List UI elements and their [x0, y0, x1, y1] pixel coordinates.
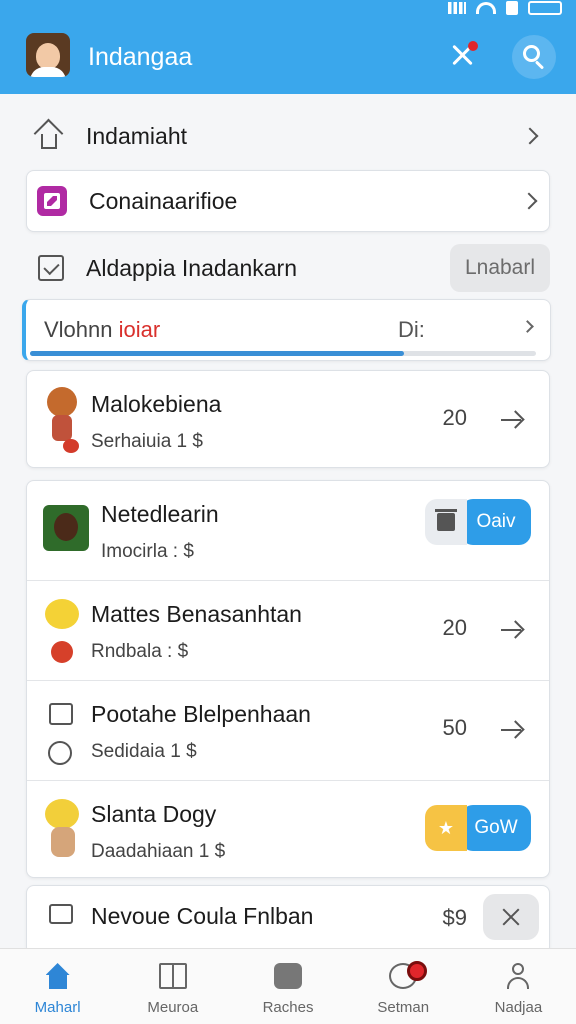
battery-icon: [528, 1, 562, 15]
nav-label: Meuroa: [147, 999, 199, 1016]
dog-avatar: [43, 799, 81, 865]
tools-icon[interactable]: [448, 40, 478, 70]
nav-item-profile[interactable]: Nadjaa: [461, 949, 576, 1024]
chat-icon: [274, 963, 302, 989]
clock-icon: [48, 741, 72, 765]
person-icon: [504, 963, 532, 989]
chevron-right-icon: [521, 127, 539, 145]
pill-button[interactable]: GoW: [461, 805, 531, 851]
checkbox-icon[interactable]: [38, 255, 64, 281]
item-value: 20: [442, 405, 467, 430]
nav-label: Setman: [377, 999, 430, 1016]
star-icon[interactable]: ★: [425, 805, 467, 851]
item-subtitle: Imocirla : $: [101, 541, 194, 562]
list-item[interactable]: Slanta Dogy Daadahiaan 1 $ ★ GoW: [27, 781, 549, 879]
list-card[interactable]: Nevoue Coula Fnlban $9: [26, 885, 550, 955]
arrow-right-icon[interactable]: [501, 720, 525, 739]
nav-item-home[interactable]: Maharl: [0, 949, 115, 1024]
wifi-icon: [476, 2, 496, 14]
tag-icon: [51, 641, 73, 663]
item-action-pill[interactable]: ★ GoW: [425, 805, 531, 851]
progress-label: Vlohnn ioiar: [44, 317, 161, 342]
item-title: Mattes Benasanhtan: [91, 601, 302, 627]
trash-icon[interactable]: [435, 509, 457, 531]
list-item[interactable]: Netedlearin Imocirla : $ Oaiv: [27, 481, 549, 581]
nav-label: Maharl: [34, 999, 81, 1016]
grid-icon: [158, 963, 187, 989]
list-item[interactable]: Mattes Benasanhtan Rndbala : $ 20: [27, 581, 549, 681]
message-icon: [49, 703, 73, 725]
status-bar: [448, 0, 562, 16]
menu-item-home[interactable]: Indamiaht: [26, 108, 550, 164]
search-button[interactable]: [512, 35, 556, 79]
item-subtitle: Sedidaia 1 $: [91, 741, 197, 762]
notification-dot: [468, 41, 478, 51]
arrow-right-icon[interactable]: [501, 410, 525, 429]
item-title: Pootahe Blelpenhaan: [91, 701, 311, 727]
action-row-label: Aldappia Inadankarn: [86, 254, 297, 281]
nav-item-settings[interactable]: Setman: [346, 949, 461, 1024]
arrow-right-icon[interactable]: [501, 620, 525, 639]
user-photo: [43, 505, 89, 551]
sim-icon: [506, 1, 518, 15]
nav-label: Nadjaa: [494, 999, 543, 1016]
nav-item-chats[interactable]: Raches: [230, 949, 345, 1024]
item-action-pill[interactable]: Oaiv: [425, 499, 531, 545]
app-title: Indangaa: [88, 43, 193, 71]
list-item[interactable]: Malokebiena Serhaiuia 1 $ 20: [27, 371, 549, 469]
bottom-navigation: Maharl Meuroa Raches Setman Nadjaa: [0, 948, 576, 1024]
home-icon: [33, 118, 64, 151]
character-avatar: [43, 387, 81, 455]
item-title: Slanta Dogy: [91, 801, 217, 827]
nav-item-menu[interactable]: Meuroa: [115, 949, 230, 1024]
nav-label: Raches: [262, 999, 314, 1016]
app-header: Indangaa: [0, 0, 576, 94]
item-subtitle: Rndbala : $: [91, 641, 189, 662]
list-item[interactable]: Pootahe Blelpenhaan Sedidaia 1 $ 50: [27, 681, 549, 781]
progress-bar: [30, 351, 536, 356]
item-value: $9: [442, 905, 467, 930]
progress-card[interactable]: Vlohnn ioiar Di:: [22, 299, 551, 361]
item-value: 20: [442, 615, 467, 640]
profile-avatar[interactable]: [26, 33, 70, 77]
close-button[interactable]: [483, 894, 539, 940]
menu-item-label: Conainaarifioe: [89, 187, 238, 214]
menu-item-label: Indamiaht: [86, 122, 188, 149]
item-subtitle: Serhaiuia 1 $: [91, 431, 203, 452]
bell-icon: [389, 961, 428, 989]
cat-icon: [45, 599, 79, 629]
edit-icon: [37, 186, 67, 216]
item-subtitle: Daadahiaan 1 $: [91, 841, 226, 862]
notification-dot: [407, 961, 428, 981]
chat-icon: [49, 904, 73, 924]
menu-item-card[interactable]: Conainaarifioe: [26, 170, 550, 232]
pill-button[interactable]: Oaiv: [461, 499, 531, 545]
search-icon: [523, 45, 540, 62]
home-icon: [44, 963, 72, 989]
list-card: Netedlearin Imocirla : $ Oaiv Mattes Ben…: [26, 480, 550, 878]
item-value: 50: [442, 715, 467, 740]
list-card: Malokebiena Serhaiuia 1 $ 20: [26, 370, 550, 468]
action-row: Aldappia Inadankarn Lnabarl: [26, 238, 550, 298]
item-title: Nevoue Coula Fnlban: [91, 903, 314, 929]
item-title: Malokebiena: [91, 391, 222, 417]
action-button[interactable]: Lnabarl: [450, 244, 550, 292]
signal-icon: [448, 2, 466, 14]
item-title: Netedlearin: [101, 501, 219, 527]
chevron-down-icon[interactable]: [521, 320, 534, 333]
progress-status: Di:: [398, 317, 425, 342]
